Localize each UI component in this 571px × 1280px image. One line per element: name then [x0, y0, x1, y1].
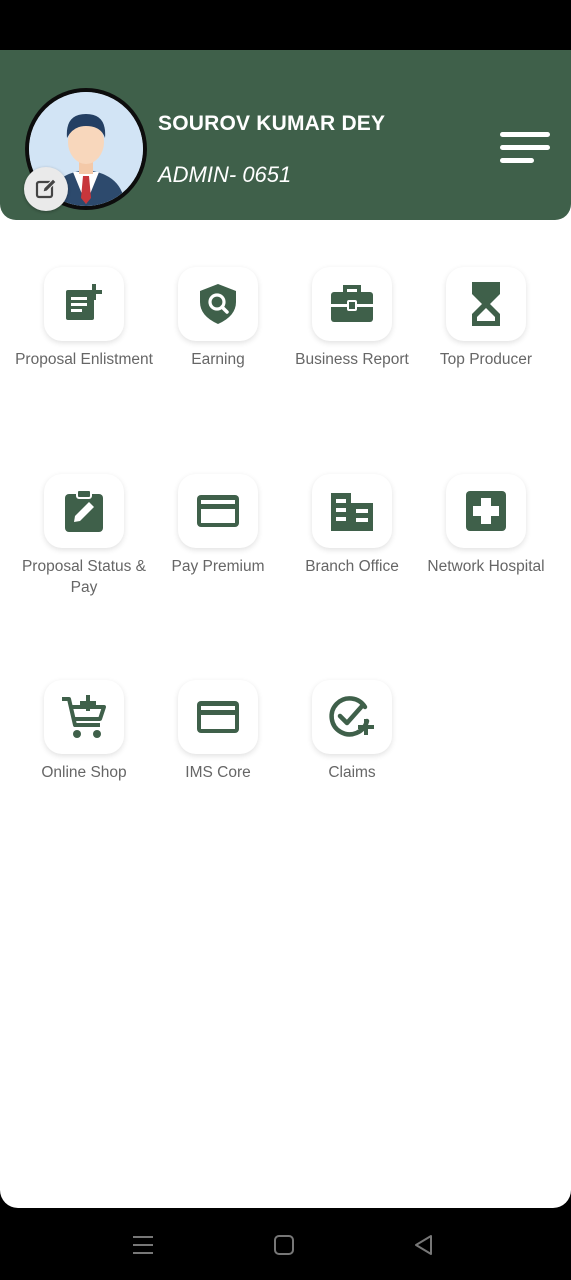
document-add-icon — [44, 267, 124, 341]
menu-item-label: IMS Core — [185, 764, 251, 781]
edit-icon — [35, 178, 57, 199]
status-bar — [0, 0, 571, 50]
home-icon[interactable] — [271, 1232, 297, 1258]
check-add-icon — [312, 680, 392, 754]
briefcase-icon — [312, 267, 392, 341]
menu-item-label: Pay Premium — [171, 558, 265, 575]
cart-add-icon — [44, 680, 124, 754]
profile-header: SOUROV KUMAR DEY ADMIN- 0651 — [0, 50, 571, 220]
building-icon — [312, 474, 392, 548]
hourglass-icon — [446, 267, 526, 341]
user-name: SOUROV KUMAR DEY — [158, 112, 386, 135]
menu-item-label: Business Report — [295, 351, 409, 368]
menu-item-label: Top Producer — [439, 351, 533, 368]
clipboard-edit-icon — [44, 474, 124, 548]
app-screen: SOUROV KUMAR DEY ADMIN- 0651 Proposal En… — [0, 50, 571, 1208]
credit-card-icon — [178, 680, 258, 754]
menu-item-label: Network Hospital — [427, 558, 545, 575]
menu-item-label: Online Shop — [41, 764, 127, 781]
menu-item-label: Proposal Enlistment — [15, 351, 153, 368]
user-id: ADMIN- 0651 — [158, 162, 292, 187]
back-icon[interactable] — [411, 1232, 437, 1258]
menu-item-label: Branch Office — [305, 558, 399, 575]
menu-item-label: Proposal Status & Pay — [21, 558, 147, 596]
system-nav-bar — [0, 1210, 571, 1280]
edit-profile-button[interactable] — [24, 167, 68, 211]
credit-card-icon — [178, 474, 258, 548]
recent-apps-icon[interactable] — [130, 1232, 156, 1258]
hamburger-menu-icon[interactable] — [500, 130, 550, 166]
menu-item-label: Earning — [191, 351, 245, 368]
medical-cross-icon — [446, 474, 526, 548]
menu-item-label: Claims — [328, 764, 376, 781]
shield-search-icon — [178, 267, 258, 341]
